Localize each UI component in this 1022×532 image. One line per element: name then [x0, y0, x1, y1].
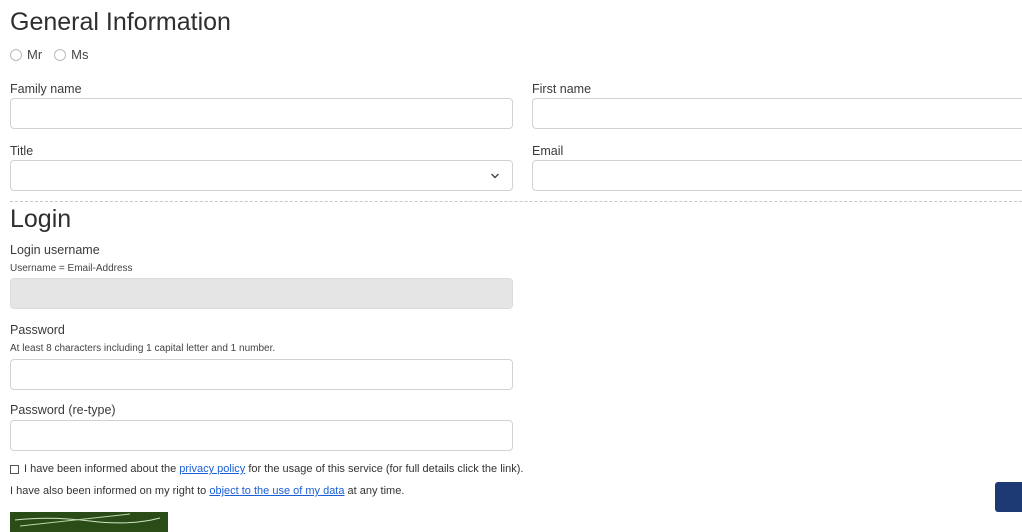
- title-label: Title: [10, 144, 34, 158]
- object-rights-line: I have also been informed on my right to…: [10, 485, 404, 497]
- first-name-label: First name: [532, 82, 592, 96]
- privacy-consent-checkbox[interactable]: [10, 464, 19, 474]
- email-label: Email: [532, 144, 564, 158]
- captcha-image: [10, 512, 168, 532]
- login-heading: Login: [10, 205, 72, 233]
- first-name-input[interactable]: [532, 98, 1022, 129]
- object-data-use-link[interactable]: object to the use of my data: [209, 485, 344, 497]
- radio-button-ms[interactable]: [54, 48, 67, 61]
- privacy-consent-line: I have been informed about the privacy p…: [10, 463, 523, 475]
- consent-text-after: for the usage of this service (for full …: [248, 463, 524, 475]
- submit-button[interactable]: [995, 482, 1022, 512]
- password-retype-label: Password (re-type): [10, 403, 116, 417]
- salutation-mr-label: Mr: [27, 47, 43, 62]
- login-username-input: [10, 278, 513, 309]
- email-input[interactable]: [532, 160, 1022, 191]
- salutation-ms-option[interactable]: Ms: [54, 47, 89, 62]
- password-label: Password: [10, 323, 65, 337]
- salutation-radio-group: Mr Ms: [10, 47, 89, 62]
- family-name-input[interactable]: [10, 98, 513, 129]
- title-select[interactable]: [10, 160, 513, 191]
- radio-button-mr[interactable]: [10, 48, 22, 61]
- password-hint: At least 8 characters including 1 capita…: [10, 343, 276, 354]
- family-name-label: Family name: [10, 82, 82, 96]
- login-username-hint: Username = Email-Address: [10, 263, 133, 274]
- chevron-down-icon: [491, 173, 499, 179]
- general-information-heading: General Information: [10, 8, 231, 36]
- privacy-policy-link[interactable]: privacy policy: [179, 463, 245, 475]
- object-text-before: I have also been informed on my right to: [10, 485, 210, 497]
- section-divider: [10, 201, 1022, 202]
- login-username-label: Login username: [10, 243, 100, 257]
- salutation-ms-label: Ms: [71, 47, 89, 62]
- password-retype-input[interactable]: [10, 420, 513, 451]
- salutation-mr-option[interactable]: Mr: [10, 47, 42, 62]
- object-text-after: at any time.: [344, 485, 405, 497]
- password-input[interactable]: [10, 359, 513, 390]
- consent-text-before: I have been informed about the: [24, 463, 177, 475]
